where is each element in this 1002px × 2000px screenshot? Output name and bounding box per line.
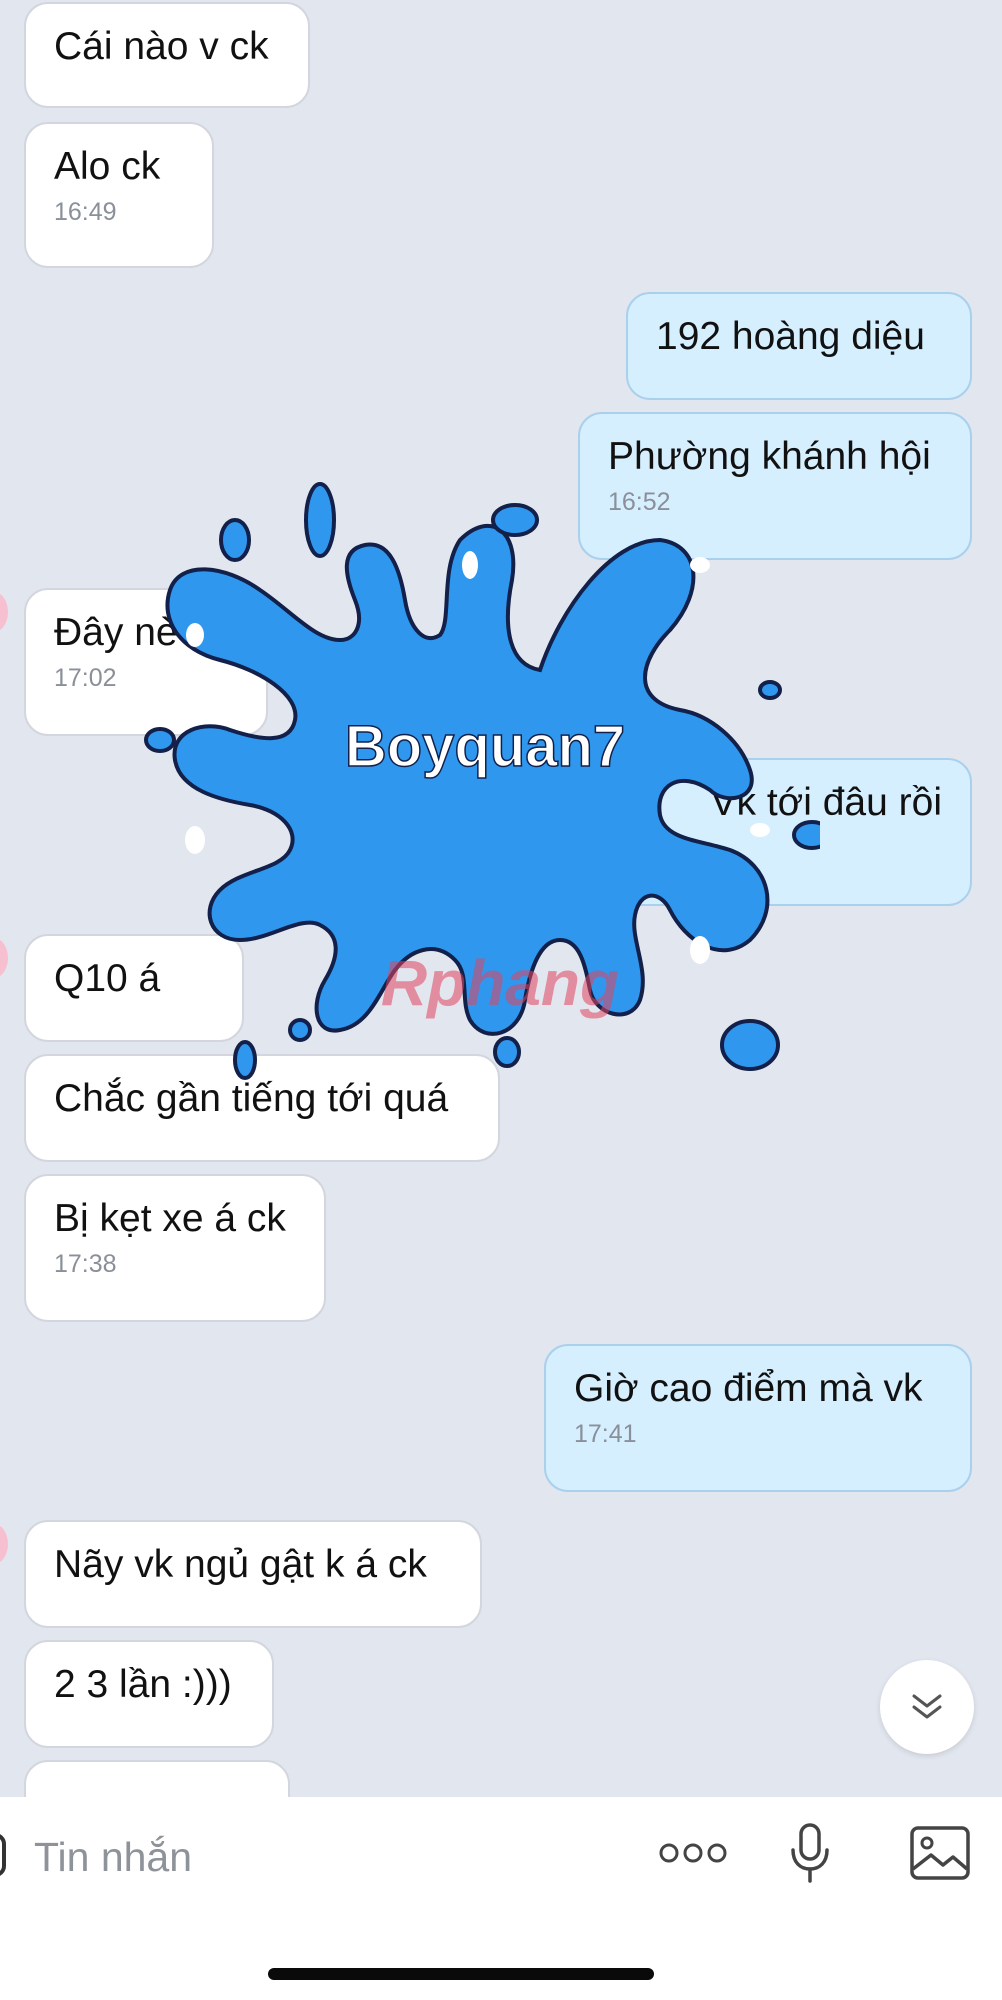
splash-drop <box>233 1040 257 1080</box>
splash-highlight <box>462 551 478 579</box>
message-bubble[interactable]: Bị kẹt xe á ck 17:38 <box>24 1174 326 1322</box>
message-composer <box>0 1797 1002 2000</box>
message-text: Bị kẹt xe á ck <box>54 1197 286 1240</box>
message-bubble[interactable]: 192 hoàng diệu <box>626 292 972 400</box>
image-icon <box>910 1826 970 1880</box>
message-text: Alo ck <box>54 145 161 188</box>
message-time: 17:41 <box>574 1419 637 1448</box>
message-bubble[interactable]: Alo ck 16:49 <box>24 122 214 268</box>
avatar[interactable] <box>0 1524 8 1564</box>
message-bubble[interactable]: Nãy vk ngủ gật k á ck <box>24 1520 482 1628</box>
message-text: 192 hoàng diệu <box>656 315 925 358</box>
splash-drop <box>758 680 782 700</box>
message-input[interactable] <box>34 1827 614 1887</box>
message-bubble[interactable]: Giờ cao điểm mà vk 17:41 <box>544 1344 972 1492</box>
splash-sticker[interactable]: Boyquan7 Rphang <box>140 470 832 1090</box>
splash-highlight <box>186 623 204 647</box>
avatar[interactable] <box>0 592 8 632</box>
message-bubble-partial[interactable] <box>24 1760 290 1797</box>
message-bubble[interactable]: Cái nào v ck <box>24 2 310 108</box>
splash-drop <box>288 1018 312 1042</box>
microphone-icon <box>791 1823 829 1883</box>
avatar[interactable] <box>0 938 8 978</box>
chat-thread[interactable]: Cái nào v ck Alo ck 16:49 192 hoàng diệu… <box>0 0 1002 1797</box>
message-bubble[interactable]: 2 3 lần :))) <box>24 1640 274 1748</box>
more-icon <box>659 1843 727 1863</box>
splash-highlight <box>750 823 770 837</box>
message-text: Giờ cao điểm mà vk <box>574 1367 923 1410</box>
image-button[interactable] <box>904 1819 976 1887</box>
splash-drop <box>493 1036 521 1068</box>
sticker-watermark: Rphang <box>381 947 619 1019</box>
sticker-icon[interactable] <box>0 1833 6 1877</box>
sticker-title: Boyquan7 <box>345 714 625 779</box>
more-button[interactable] <box>655 1823 731 1883</box>
splash-drop <box>491 503 539 537</box>
message-time: 16:49 <box>54 197 117 226</box>
splash-graphic: Boyquan7 Rphang <box>144 482 832 1080</box>
splash-drop <box>144 727 176 753</box>
home-indicator <box>268 1968 654 1980</box>
message-text: Cái nào v ck <box>54 25 269 68</box>
splash-highlight <box>690 557 710 573</box>
message-time: 17:38 <box>54 1249 117 1278</box>
double-chevron-down-icon <box>912 1694 942 1719</box>
voice-button[interactable] <box>782 1815 838 1891</box>
message-text: 2 3 lần :))) <box>54 1663 232 1706</box>
splash-highlight <box>690 936 710 964</box>
splash-drop <box>304 482 336 558</box>
splash-drop <box>720 1019 780 1071</box>
splash-drop <box>792 820 832 850</box>
scroll-to-bottom-button[interactable] <box>880 1660 974 1754</box>
splash-drop <box>219 518 251 562</box>
splash-highlight <box>185 826 205 854</box>
message-text: Nãy vk ngủ gật k á ck <box>54 1543 427 1586</box>
